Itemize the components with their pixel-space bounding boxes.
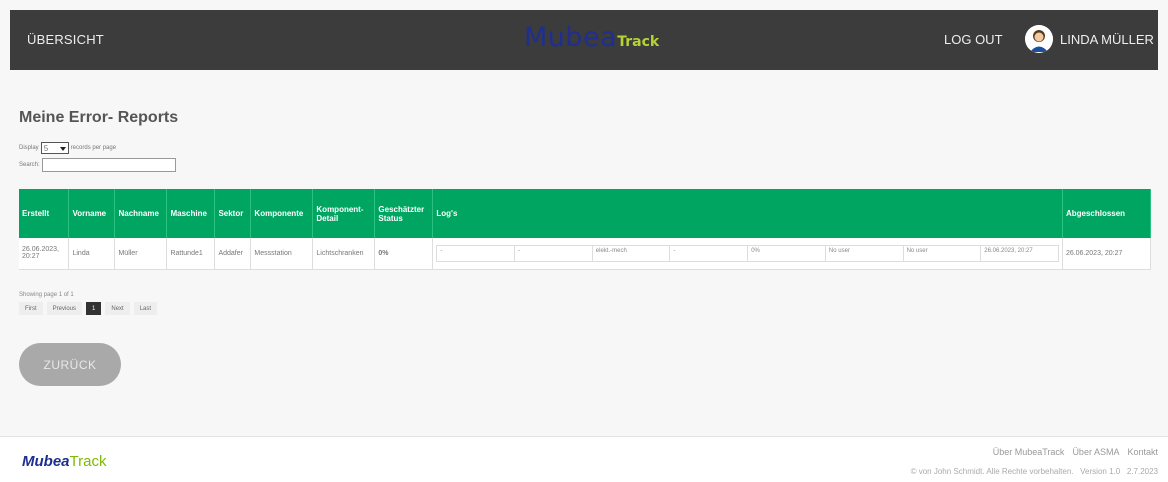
col-header-sektor[interactable]: Sektor xyxy=(214,189,252,238)
footer-link-contact[interactable]: Kontakt xyxy=(1127,447,1158,457)
records-per-page-select[interactable]: 5 xyxy=(40,142,69,154)
top-navbar: ÜBERSICHT MubeaTrack LOG OUT LINDA MÜLLE… xyxy=(10,10,1158,70)
username-label: LINDA MÜLLER xyxy=(1060,32,1154,47)
footer-logo-mubea: Mubea xyxy=(22,453,70,470)
logs-subtable: - - elekt.-mech - 0% No user No user 26.… xyxy=(436,244,1059,262)
col-header-maschine[interactable]: Maschine xyxy=(166,189,216,238)
mubeatrack-logo[interactable]: MubeaTrack xyxy=(524,22,659,58)
cell-vorname: Linda xyxy=(68,238,116,270)
pagination-status: Showing page 1 of 1 xyxy=(19,292,74,298)
pagination-previous-button[interactable]: Previous xyxy=(46,302,83,315)
pagination-first-button[interactable]: First xyxy=(19,302,43,315)
footer: MubeaTrack Über MubeaTrack Über ASMA Kon… xyxy=(0,436,1168,482)
col-header-komponent-detail[interactable]: Komponent- Detail xyxy=(312,189,376,238)
search-row: Search: xyxy=(19,158,176,172)
log-entry: No user xyxy=(826,245,904,261)
version-text: Version 1.0 xyxy=(1080,467,1121,476)
cell-logs: - - elekt.-mech - 0% No user No user 26.… xyxy=(432,238,1063,270)
pagination-page-button[interactable]: 1 xyxy=(86,302,102,315)
log-entry: 0% xyxy=(748,245,826,261)
col-header-erstellt[interactable]: Erstellt xyxy=(19,189,70,238)
table-row[interactable]: 26.06.2023, 20:27 Linda Müller Rattunde1… xyxy=(19,238,1152,270)
col-header-vorname[interactable]: Vorname xyxy=(68,189,116,238)
col-header-komponente[interactable]: Komponente xyxy=(250,189,314,238)
records-per-page-suffix: records per page xyxy=(70,145,117,151)
cell-sektor: Addafer xyxy=(214,238,252,270)
page: ÜBERSICHT MubeaTrack LOG OUT LINDA MÜLLE… xyxy=(0,0,1168,482)
log-entry: 26.06.2023, 20:27 xyxy=(984,247,1033,254)
search-input[interactable] xyxy=(41,158,176,172)
logout-link[interactable]: LOG OUT xyxy=(944,32,1003,47)
pagination-next-button[interactable]: Next xyxy=(105,302,130,315)
footer-logo-track: Track xyxy=(69,453,107,470)
logo-mubea-text: Mubea xyxy=(524,22,618,53)
cell-maschine: Rattunde1 xyxy=(166,238,216,270)
log-entry: - xyxy=(515,245,593,261)
logo-track-text: Track xyxy=(617,34,660,50)
cell-status: 0% xyxy=(374,238,434,270)
display-label: Display xyxy=(19,145,39,151)
table-header-row: Erstellt Vorname Nachname Maschine Sekto… xyxy=(19,189,1152,238)
cell-nachname: Müller xyxy=(114,238,168,270)
cell-erstellt: 26.06.2023, 20:27 xyxy=(19,238,70,270)
nav-overview-link[interactable]: ÜBERSICHT xyxy=(27,32,104,47)
pagination: First Previous 1 Next Last xyxy=(19,302,158,315)
search-label: Search: xyxy=(19,162,40,168)
error-reports-table: Erstellt Vorname Nachname Maschine Sekto… xyxy=(19,189,1152,270)
display-records-row: Display 5 records per page xyxy=(19,142,116,154)
log-entry: - xyxy=(670,245,749,261)
copyright-text: © von John Schmidt. Alle Rechte vorbehal… xyxy=(910,467,1074,476)
cell-abgeschlossen: 26.06.2023, 20:27 xyxy=(1062,238,1152,270)
log-entry: - xyxy=(437,245,516,261)
log-entry: No user xyxy=(904,245,982,261)
back-button[interactable]: ZURÜCK xyxy=(19,343,121,386)
pagination-last-button[interactable]: Last xyxy=(133,302,158,315)
cell-komponente: Messstation xyxy=(250,238,314,270)
footer-link-about-mubeatrack[interactable]: Über MubeaTrack xyxy=(993,447,1065,457)
user-avatar-icon[interactable] xyxy=(1025,25,1053,53)
footer-links: Über MubeaTrack Über ASMA Kontakt xyxy=(993,447,1158,457)
page-title: Meine Error- Reports xyxy=(19,109,179,126)
footer-logo[interactable]: MubeaTrack xyxy=(22,453,106,470)
footer-copyright: © von John Schmidt. Alle Rechte vorbehal… xyxy=(911,467,1158,476)
version-date: 2.7.2023 xyxy=(1126,467,1158,476)
log-entry: elekt.-mech xyxy=(593,245,671,261)
col-header-logs[interactable]: Log's xyxy=(432,189,1063,238)
records-per-page-value: 5 xyxy=(43,143,49,153)
col-header-abgeschlossen[interactable]: Abgeschlossen xyxy=(1062,189,1152,238)
col-header-nachname[interactable]: Nachname xyxy=(114,189,168,238)
cell-komponent-detail: Lichtschranken xyxy=(312,238,376,270)
footer-link-about-asma[interactable]: Über ASMA xyxy=(1072,447,1119,457)
col-header-geschaetzter-status[interactable]: Geschätzter Status xyxy=(374,189,434,238)
chevron-down-icon xyxy=(59,144,66,153)
